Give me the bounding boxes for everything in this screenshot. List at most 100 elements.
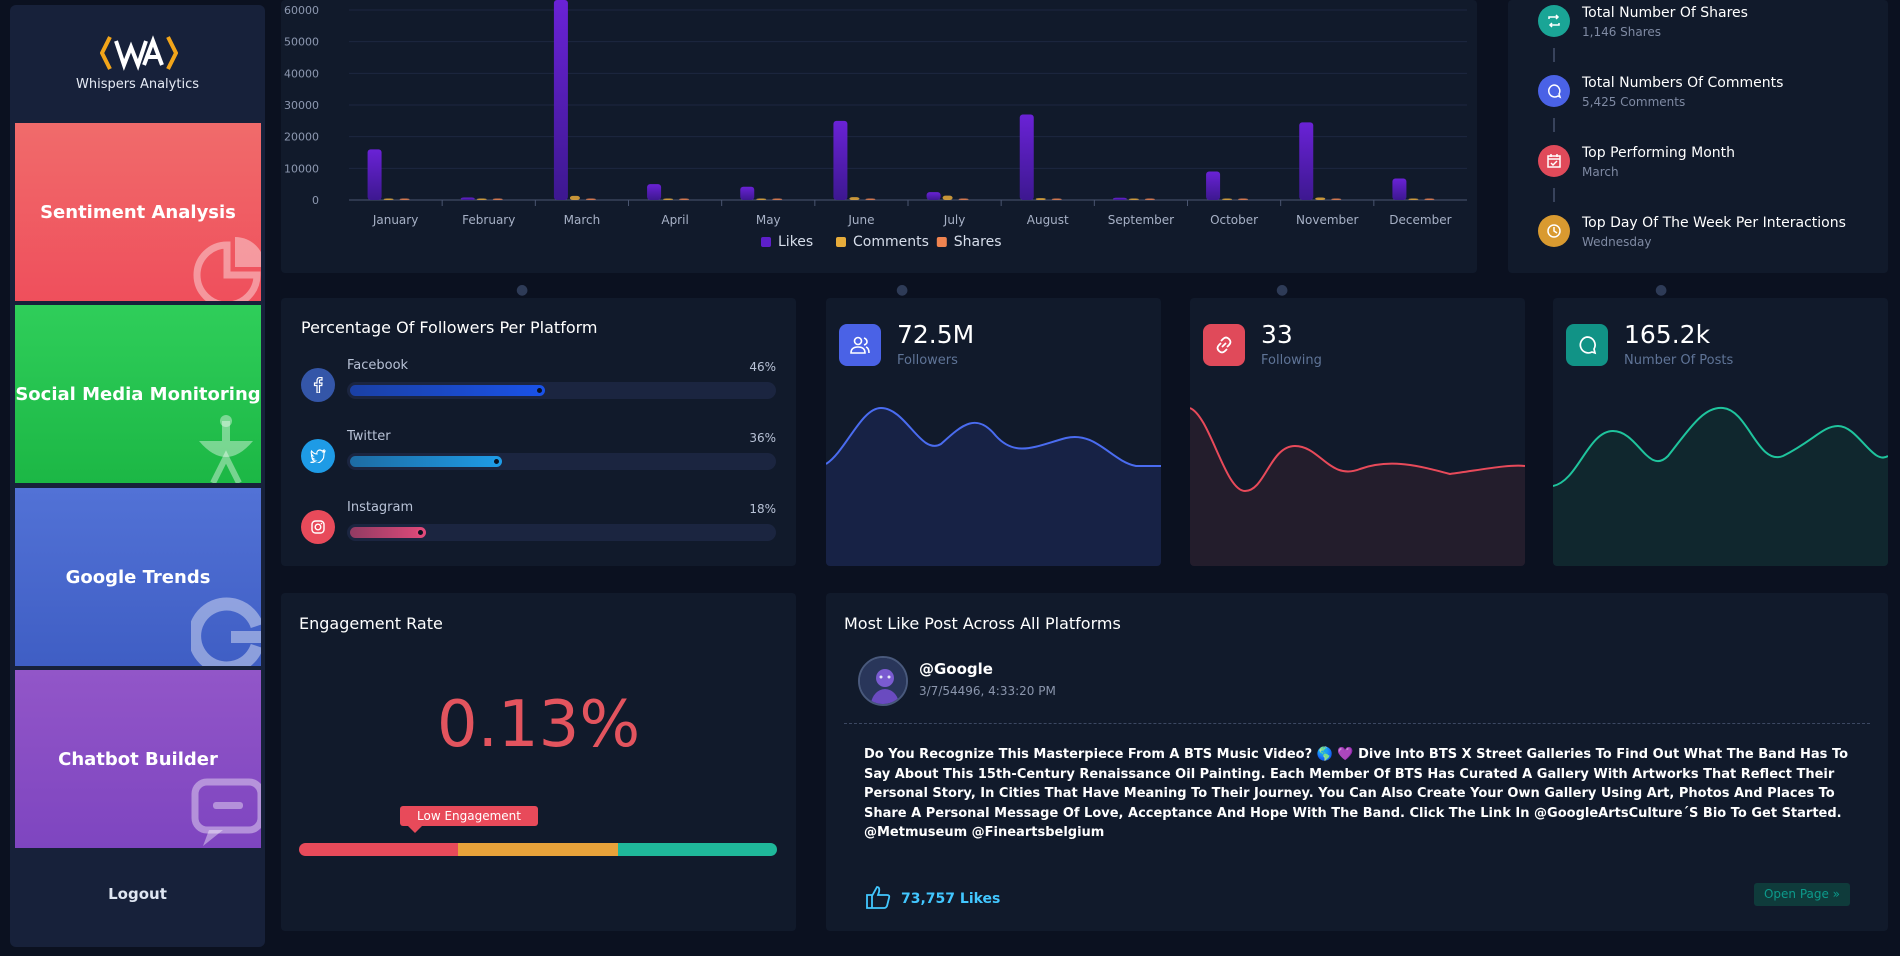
nav-label: Chatbot Builder — [58, 748, 218, 770]
google-icon — [191, 597, 261, 666]
bar-shares — [1144, 198, 1155, 200]
bar-shares — [958, 198, 969, 200]
chat-bubble-icon — [191, 778, 261, 846]
pie-chart-icon — [193, 237, 261, 301]
x-tick-label: February — [462, 213, 515, 227]
summary-panel: Total Number Of Shares 1,146 Shares Tota… — [1508, 0, 1888, 273]
platform-row-twitter: Twitter 36% — [301, 429, 776, 479]
engagement-scale-bar — [299, 843, 777, 856]
nav-google-trends[interactable]: Google Trends — [15, 488, 261, 666]
x-tick-label: September — [1108, 213, 1174, 227]
bar-likes — [1206, 171, 1221, 200]
stat-value: Wednesday — [1582, 235, 1652, 249]
bar-comments — [1315, 197, 1326, 200]
bar-shares — [1051, 198, 1062, 200]
bar-shares — [1331, 198, 1342, 200]
x-tick-label: June — [847, 213, 874, 227]
scale-segment-medium — [458, 843, 618, 856]
legend-swatch — [936, 237, 947, 247]
bar-shares — [585, 198, 596, 200]
progress-knob — [535, 386, 544, 395]
platform-percent: 36% — [749, 431, 776, 445]
x-tick-label: April — [661, 213, 688, 227]
monthly-interactions-chart: 0 10000 20000 30000 40000 50000 60000 January Fe… — [284, 0, 1467, 250]
progress-track — [347, 453, 776, 470]
progress-knob — [416, 528, 425, 537]
kpi-value: 72.5M — [897, 320, 975, 349]
repeat-icon — [1538, 5, 1570, 37]
timeline-connector — [1553, 188, 1555, 202]
bar-shares — [492, 198, 503, 200]
avatar[interactable] — [858, 656, 908, 706]
bar-likes — [1392, 178, 1407, 200]
panel-title: Most Like Post Across All Platforms — [844, 614, 1121, 633]
nav-social-media-monitoring[interactable]: Social Media Monitoring — [15, 305, 261, 483]
divider — [844, 723, 1870, 724]
timeline-connector — [1553, 118, 1555, 132]
platform-name: Facebook — [347, 358, 409, 373]
background-dot: ● — [1655, 282, 1668, 298]
stat-title: Top Day Of The Week Per Interactions — [1582, 215, 1846, 231]
nav-label: Google Trends — [65, 566, 211, 588]
brand-logo[interactable]: Whispers Analytics — [10, 5, 265, 123]
x-tick-label: December — [1389, 213, 1451, 227]
legend-label: Likes — [778, 234, 813, 250]
stat-value: 5,425 Comments — [1582, 95, 1686, 109]
following-kpi-card: 33 Following — [1190, 298, 1525, 566]
following-sparkline — [1190, 407, 1525, 566]
bar-comments — [756, 198, 767, 200]
kpi-value: 165.2k — [1624, 320, 1711, 349]
x-tick-label: October — [1210, 213, 1258, 227]
bar-comments — [569, 195, 580, 200]
logout-button[interactable]: Logout — [10, 885, 265, 903]
nav-chatbot-builder[interactable]: Chatbot Builder — [15, 670, 261, 848]
kpi-label: Following — [1261, 353, 1322, 368]
nav-sentiment-analysis[interactable]: Sentiment Analysis — [15, 123, 261, 301]
progress-knob — [492, 457, 501, 466]
bar-shares — [399, 198, 410, 200]
most-liked-post-panel: Most Like Post Across All Platforms @Goo… — [826, 593, 1888, 931]
platform-name: Twitter — [347, 429, 391, 444]
comment-icon — [1538, 75, 1570, 107]
y-tick-label: 40000 — [284, 67, 319, 80]
post-author[interactable]: @Google — [919, 660, 993, 678]
twitter-icon — [301, 439, 335, 473]
nav-label: Sentiment Analysis — [40, 201, 236, 223]
avatar-image-icon — [860, 658, 906, 704]
post-body: Do You Recognize This Masterpiece From A… — [864, 747, 1849, 840]
stat-value: March — [1582, 165, 1619, 179]
open-page-button[interactable]: Open Page » — [1754, 883, 1850, 906]
bar-likes — [460, 197, 475, 200]
x-tick-label: November — [1296, 213, 1358, 227]
stat-title: Top Performing Month — [1582, 145, 1736, 161]
legend-swatch — [836, 237, 846, 247]
posts-sparkline — [1553, 406, 1888, 566]
x-tick-label: May — [756, 213, 781, 227]
platform-row-instagram: Instagram 18% — [301, 500, 776, 550]
bar-comments — [1408, 198, 1419, 200]
platform-row-facebook: Facebook 46% — [301, 358, 776, 408]
brand-name: Whispers Analytics — [75, 77, 199, 92]
link-icon — [1203, 324, 1245, 366]
monthly-interactions-chart-panel: 0 10000 20000 30000 40000 50000 60000 January Fe… — [281, 0, 1477, 273]
sidebar: Whispers Analytics Sentiment Analysis So… — [10, 5, 265, 947]
followers-per-platform-panel: Percentage Of Followers Per Platform Fac… — [281, 298, 796, 566]
platform-percent: 18% — [749, 502, 776, 516]
bar-likes — [1112, 197, 1127, 200]
background-dot: ● — [1276, 282, 1289, 298]
bar-likes — [740, 186, 755, 200]
scale-segment-high — [617, 843, 777, 856]
bar-likes — [833, 120, 848, 200]
timeline-connector — [1553, 48, 1555, 62]
stat-title: Total Numbers Of Comments — [1582, 75, 1784, 91]
bar-likes — [367, 149, 382, 200]
background-dot: ● — [896, 282, 909, 298]
bar-likes — [647, 184, 662, 200]
thumbs-up-icon[interactable] — [864, 883, 892, 911]
bar-shares — [1238, 198, 1249, 200]
progress-track — [347, 524, 776, 541]
message-icon — [1566, 324, 1608, 366]
y-tick-label: 20000 — [284, 131, 319, 144]
x-tick-label: January — [372, 213, 419, 227]
nav-label: Social Media Monitoring — [15, 383, 261, 405]
